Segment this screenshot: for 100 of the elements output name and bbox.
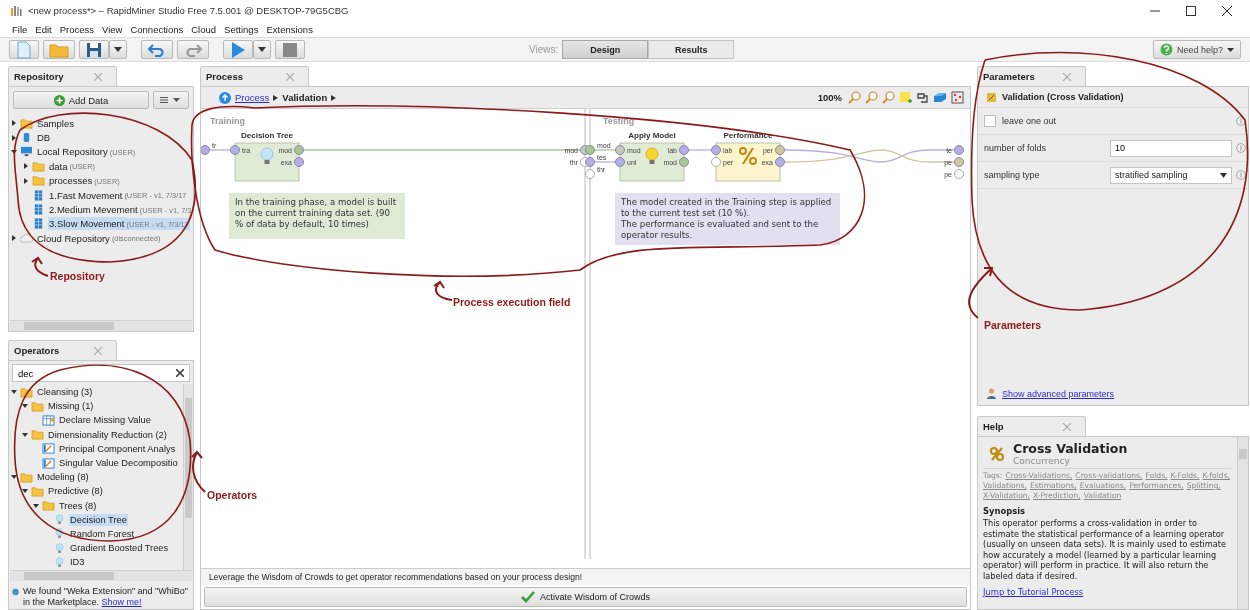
- tutorial-link[interactable]: Jump to Tutorial Process: [983, 586, 1084, 597]
- menu-item[interactable]: Settings: [224, 23, 259, 35]
- expand-arrow-icon[interactable]: [22, 163, 29, 170]
- port[interactable]: [585, 157, 595, 167]
- port[interactable]: [711, 145, 721, 155]
- port[interactable]: [585, 145, 595, 155]
- layers-icon[interactable]: [933, 91, 947, 104]
- port[interactable]: [585, 169, 595, 179]
- info-icon[interactable]: [1236, 116, 1246, 126]
- save-options-button[interactable]: [109, 40, 127, 59]
- tree-item[interactable]: Gradient Boosted Trees: [69, 542, 170, 555]
- tree-item[interactable]: Declare Missing Value: [58, 414, 152, 427]
- advanced-parameters-link[interactable]: Show advanced parameters: [1002, 388, 1115, 399]
- port[interactable]: [775, 157, 785, 167]
- show-me-link[interactable]: Show me!: [101, 597, 142, 607]
- tree-item[interactable]: Cleansing (3): [36, 386, 94, 399]
- tree-item[interactable]: 1.Fast Movement: [48, 188, 124, 202]
- help-button[interactable]: Need help?: [1152, 40, 1241, 59]
- expand-arrow-icon[interactable]: [10, 474, 17, 481]
- tree-item[interactable]: processes: [48, 174, 94, 188]
- view-tab[interactable]: Design: [562, 40, 649, 59]
- tree-item[interactable]: Decision Tree: [69, 513, 128, 526]
- tree-item[interactable]: Predictive (8): [47, 485, 104, 498]
- port[interactable]: [711, 157, 721, 167]
- expand-arrow-icon[interactable]: [21, 431, 28, 438]
- port[interactable]: [954, 169, 964, 179]
- run-options-button[interactable]: [253, 40, 271, 59]
- dropdown[interactable]: stratified sampling: [1110, 166, 1232, 184]
- magnifier-icon[interactable]: [865, 91, 878, 104]
- sticky-note-icon[interactable]: [899, 91, 912, 104]
- menu-item[interactable]: Connections: [130, 23, 184, 35]
- expand-arrow-icon[interactable]: [22, 177, 29, 184]
- plug-icon[interactable]: [916, 91, 929, 104]
- tree-item[interactable]: Local Repository: [36, 145, 109, 159]
- vertical-scrollbar[interactable]: [183, 384, 193, 570]
- port[interactable]: [775, 145, 785, 155]
- chevron-icon[interactable]: [331, 94, 337, 101]
- port[interactable]: [679, 145, 689, 155]
- expand-arrow-icon[interactable]: [10, 235, 17, 242]
- tree-item[interactable]: Dimensionality Reduction (2): [47, 428, 168, 441]
- port[interactable]: [615, 145, 625, 155]
- sticky-note[interactable]: The model created in the Training step is applied to the current test set (10 %). The performance is evaluated and sent to the operator results.: [615, 193, 840, 245]
- menu-button[interactable]: [153, 91, 189, 109]
- magnifier-icon[interactable]: [882, 91, 895, 104]
- tree-item[interactable]: 3.Slow Movement: [48, 217, 126, 231]
- expand-arrow-icon[interactable]: [10, 389, 17, 396]
- horizontal-scrollbar[interactable]: [10, 320, 192, 331]
- port[interactable]: [954, 157, 964, 167]
- expand-arrow-icon[interactable]: [21, 488, 28, 495]
- port[interactable]: [294, 157, 304, 167]
- clear-icon[interactable]: [176, 369, 184, 377]
- save-button[interactable]: [79, 40, 109, 59]
- port[interactable]: [954, 145, 964, 155]
- tree-item[interactable]: Modeling (8): [36, 471, 90, 484]
- search-field[interactable]: dec: [12, 364, 190, 382]
- tree-item[interactable]: Random Forest: [69, 527, 136, 540]
- port[interactable]: [230, 145, 240, 155]
- magnifier-icon[interactable]: [848, 91, 861, 104]
- port[interactable]: [294, 145, 304, 155]
- panel-tab[interactable]: Parameters: [977, 66, 1086, 86]
- close-icon[interactable]: [1222, 5, 1232, 16]
- view-tab[interactable]: Results: [648, 40, 735, 59]
- menu-item[interactable]: Edit: [35, 23, 52, 35]
- add-data-button[interactable]: Add Data: [13, 91, 149, 109]
- tree-item[interactable]: ID3: [69, 556, 86, 569]
- input-field[interactable]: 10: [1110, 139, 1232, 157]
- up-arrow-icon[interactable]: [219, 91, 231, 104]
- port[interactable]: [679, 157, 689, 167]
- menu-item[interactable]: View: [102, 23, 123, 35]
- menu-item[interactable]: Extensions: [266, 23, 313, 35]
- redo-button[interactable]: [177, 40, 209, 59]
- sticky-note[interactable]: In the training phase, a model is built on the current training data set. (90 % of data by default, 10 times): [229, 193, 405, 239]
- panel-tab[interactable]: Process: [200, 66, 309, 86]
- maximize-icon[interactable]: [1186, 5, 1196, 16]
- menu-item[interactable]: Cloud: [191, 23, 217, 35]
- port[interactable]: [615, 157, 625, 167]
- expand-arrow-icon[interactable]: [10, 120, 17, 127]
- horizontal-scrollbar[interactable]: [10, 570, 192, 581]
- tree-item[interactable]: data: [48, 159, 69, 173]
- tree-item[interactable]: DB: [36, 131, 52, 145]
- grid-icon[interactable]: [951, 91, 964, 104]
- info-icon[interactable]: [1236, 170, 1246, 180]
- expand-arrow-icon[interactable]: [32, 502, 39, 509]
- expand-arrow-icon[interactable]: [10, 134, 17, 141]
- vertical-scrollbar[interactable]: [1237, 437, 1248, 609]
- tree-item[interactable]: Missing (1): [47, 400, 95, 413]
- tree-item[interactable]: Trees (8): [58, 499, 98, 512]
- expand-arrow-icon[interactable]: [21, 403, 28, 410]
- panel-tab[interactable]: Repository: [8, 66, 117, 86]
- tree-item[interactable]: Samples: [36, 116, 75, 130]
- breadcrumb-link[interactable]: Process: [235, 92, 270, 103]
- new-process-button[interactable]: [9, 40, 39, 59]
- activate-button[interactable]: Activate Wisdom of Crowds: [204, 587, 967, 607]
- menu-item[interactable]: File: [12, 23, 28, 35]
- checkbox[interactable]: [984, 115, 996, 127]
- undo-button[interactable]: [141, 40, 173, 59]
- tree-item[interactable]: Cloud Repository: [36, 231, 111, 245]
- tree-item[interactable]: Singular Value Decompositio: [58, 457, 179, 470]
- tree-item[interactable]: Principal Component Analys: [58, 442, 177, 455]
- panel-tab[interactable]: Help: [977, 416, 1086, 436]
